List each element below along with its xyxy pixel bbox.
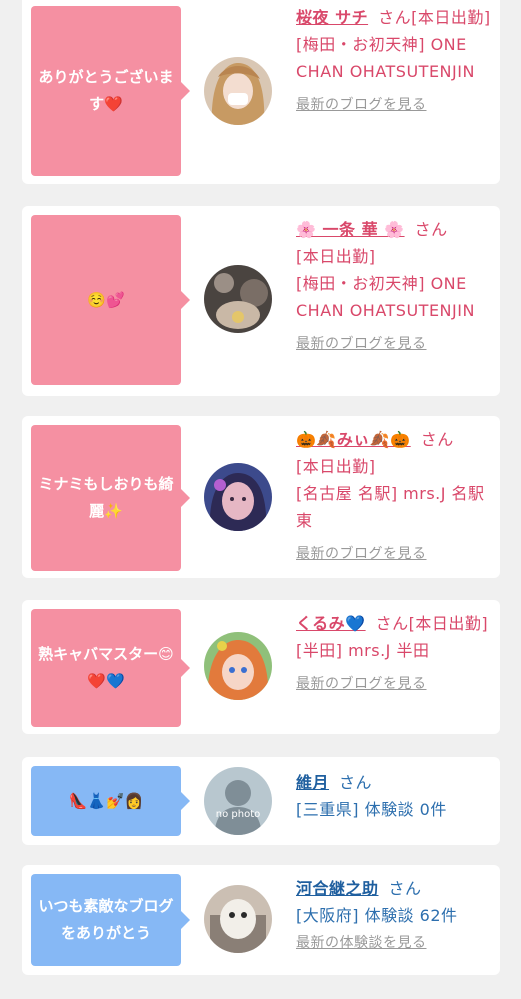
user-info: 維月 さん [三重県] 体験談 0件 <box>296 769 492 823</box>
list-item: いつも素敵なブログをありがとう 河合継之助 さん [大阪府] 体験談 62件 最新… <box>22 865 500 975</box>
avatar[interactable] <box>204 463 272 531</box>
no-photo-label: no photo <box>216 809 260 820</box>
shop-location: [梅田・お初天神] ONE CHAN OHATSUTENJIN <box>296 274 475 320</box>
cast-name-link[interactable]: 桜夜 サチ <box>296 8 368 27</box>
list-item: 👠👗💅👩 no photo 維月 さん [三重県] 体験談 0件 <box>22 757 500 845</box>
message-bubble: ありがとうございます❤️ <box>31 6 190 176</box>
status-text: [本日出勤] <box>411 8 491 27</box>
avatar[interactable]: no photo <box>204 767 272 835</box>
message-text: ☺️💕 <box>87 290 125 309</box>
latest-blog-link[interactable]: 最新のブログを見る <box>296 95 492 115</box>
avatar[interactable] <box>204 57 272 125</box>
cast-info: 🌸 一条 華 🌸 さん [本日出勤] [梅田・お初天神] ONE CHAN OHA… <box>296 216 492 354</box>
message-bubble: 熟キャバマスター😊❤️💙 <box>31 609 190 727</box>
list-item: ありがとうございます❤️ 桜夜 サチ さん[本日出勤] [梅田・お初天神] ONE… <box>22 0 500 184</box>
avatar[interactable] <box>204 885 272 953</box>
status-text: [本日出勤] <box>296 247 376 266</box>
avatar[interactable] <box>204 265 272 333</box>
honorific: さん <box>388 879 422 898</box>
message-text: ミナミもしおりも綺麗✨ <box>38 475 174 520</box>
user-location: [三重県] 体験談 0件 <box>296 800 447 819</box>
message-bubble: 👠👗💅👩 <box>31 766 190 836</box>
status-text: [本日出勤] <box>408 614 489 633</box>
latest-blog-link[interactable]: 最新のブログを見る <box>296 674 492 694</box>
avatar[interactable] <box>204 632 272 700</box>
honorific: さん <box>420 430 454 449</box>
message-bubble: ☺️💕 <box>31 215 190 385</box>
cast-info: 桜夜 サチ さん[本日出勤] [梅田・お初天神] ONE CHAN OHATSUT… <box>296 4 492 115</box>
shop-location: [名古屋 名駅] mrs.J 名駅東 <box>296 484 485 530</box>
message-list: ありがとうございます❤️ 桜夜 サチ さん[本日出勤] [梅田・お初天神] ONE… <box>0 0 521 999</box>
message-bubble: ミナミもしおりも綺麗✨ <box>31 425 190 571</box>
status-text: [本日出勤] <box>296 457 376 476</box>
honorific: さん <box>339 773 373 792</box>
user-name-link[interactable]: 維月 <box>296 773 329 792</box>
shop-location: [半田] mrs.J 半田 <box>296 641 430 660</box>
user-location: [大阪府] 体験談 62件 <box>296 906 458 925</box>
user-info: 河合継之助 さん [大阪府] 体験談 62件 最新の体験談を見る <box>296 875 492 953</box>
message-bubble: いつも素敵なブログをありがとう <box>31 874 190 966</box>
list-item: ☺️💕 🌸 一条 華 🌸 さん [本日出勤] [梅田・お初天神] ONE CHAN… <box>22 206 500 396</box>
honorific: さん <box>375 614 409 633</box>
cast-info: 🎃🍂みぃ🍂🎃 さん [本日出勤] [名古屋 名駅] mrs.J 名駅東 最新のブロ… <box>296 426 492 564</box>
list-item: 熟キャバマスター😊❤️💙 くるみ💙 さん[本日出勤] [半田] mrs.J 半田 … <box>22 600 500 734</box>
cast-info: くるみ💙 さん[本日出勤] [半田] mrs.J 半田 最新のブログを見る <box>296 610 492 694</box>
cast-name-link[interactable]: 🎃🍂みぃ🍂🎃 <box>296 430 411 449</box>
list-item: ミナミもしおりも綺麗✨ 🎃🍂みぃ🍂🎃 さん [本日出勤] [名古屋 名駅] mrs… <box>22 416 500 578</box>
latest-blog-link[interactable]: 最新のブログを見る <box>296 334 492 354</box>
latest-review-link[interactable]: 最新の体験談を見る <box>296 933 492 953</box>
latest-blog-link[interactable]: 最新のブログを見る <box>296 544 492 564</box>
honorific: さん <box>414 220 448 239</box>
user-name-link[interactable]: 河合継之助 <box>296 879 379 898</box>
honorific: さん <box>378 8 412 27</box>
cast-name-link[interactable]: くるみ💙 <box>296 614 366 633</box>
shop-location: [梅田・お初天神] ONE CHAN OHATSUTENJIN <box>296 35 475 81</box>
message-text: ありがとうございます❤️ <box>38 68 174 113</box>
message-text: いつも素敵なブログをありがとう <box>38 897 174 942</box>
message-text: 熟キャバマスター😊❤️💙 <box>38 645 174 690</box>
cast-name-link[interactable]: 🌸 一条 華 🌸 <box>296 220 405 239</box>
message-text: 👠👗💅👩 <box>68 791 144 810</box>
